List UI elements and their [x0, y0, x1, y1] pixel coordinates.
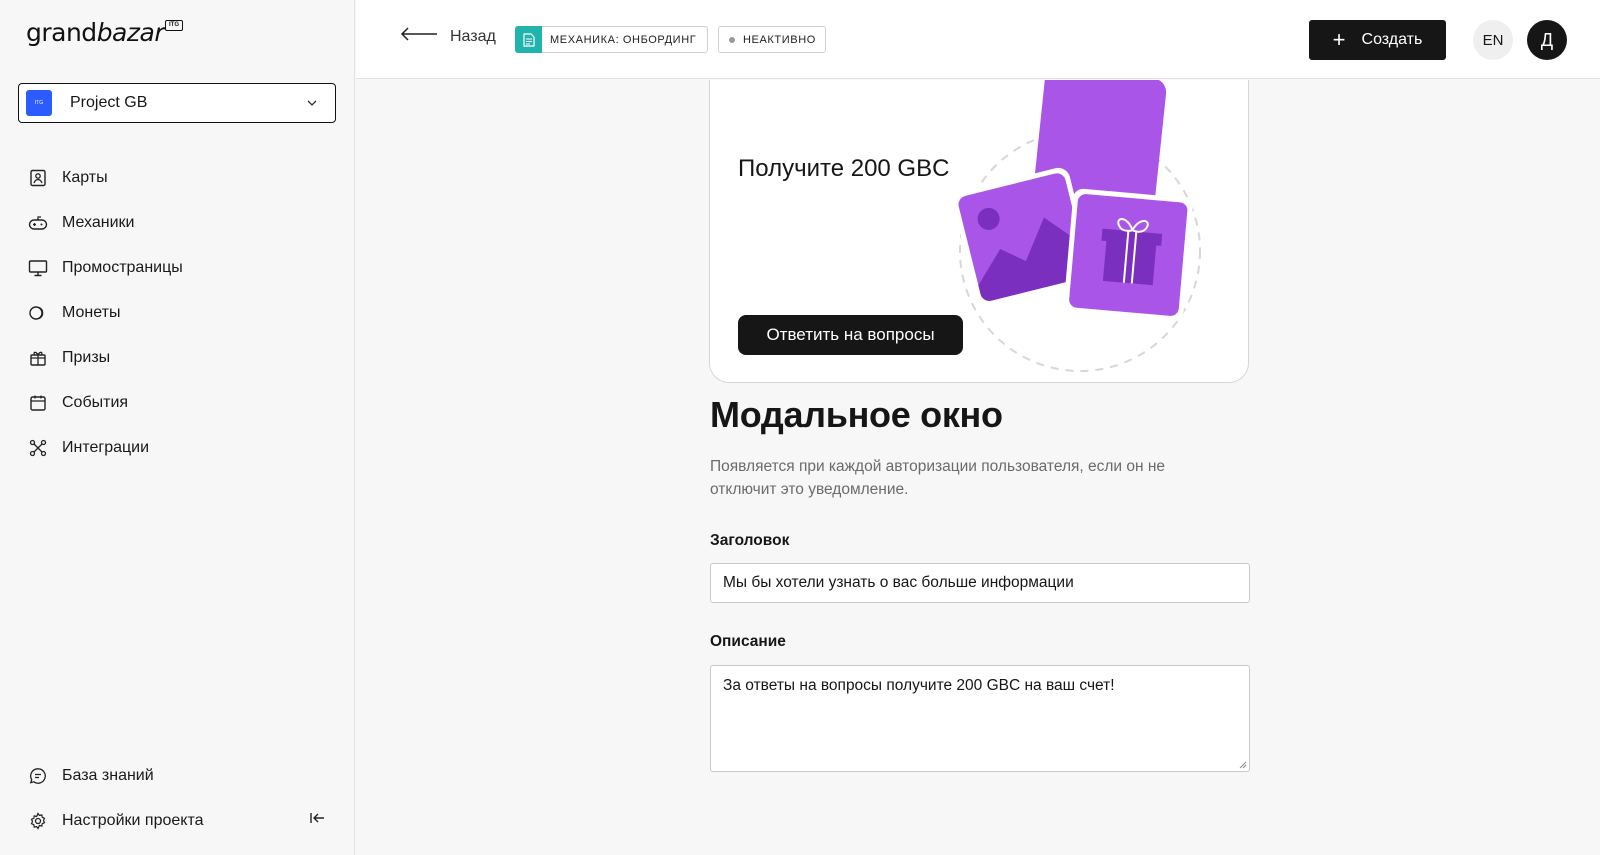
brand-logo[interactable]: grandbazar — [26, 18, 165, 47]
brand-name-part2: bazar — [96, 18, 165, 47]
sidebar-item-label: Интеграции — [62, 438, 150, 456]
calendar-icon — [28, 393, 48, 413]
arrow-left-icon — [400, 27, 438, 46]
description-field-label: Описание — [710, 633, 786, 650]
resize-handle-icon[interactable] — [1238, 760, 1247, 769]
status-badge: НЕАКТИВНО — [718, 26, 826, 53]
main-content: Получите 200 GBC Ответить на вопросы Мод… — [356, 80, 1600, 855]
sidebar-item-coins[interactable]: Монеты — [28, 290, 183, 335]
sidebar-item-project-settings[interactable]: Настройки проекта — [28, 798, 328, 843]
plus-icon: + — [1332, 27, 1346, 52]
sidebar-item-label: Призы — [62, 348, 111, 366]
mechanic-type-label: МЕХАНИКА: ОНБОРДИНГ — [550, 33, 697, 46]
knowledge-icon — [28, 766, 48, 786]
monitor-icon — [28, 258, 48, 278]
heading-input[interactable]: Мы бы хотели узнать о вас больше информа… — [710, 563, 1250, 603]
sidebar-item-prizes[interactable]: Призы — [28, 335, 183, 380]
collapse-sidebar-icon[interactable] — [308, 809, 328, 829]
chevron-down-icon — [301, 92, 323, 114]
promo-preview-card: Получите 200 GBC Ответить на вопросы — [709, 80, 1249, 383]
sidebar-item-knowledge-base[interactable]: База знаний — [28, 753, 328, 798]
status-label: НЕАКТИВНО — [743, 33, 816, 46]
document-icon — [515, 26, 542, 53]
promo-title: Получите 200 GBC — [738, 155, 950, 182]
back-button[interactable]: Назад — [400, 27, 496, 46]
map-card-icon — [28, 168, 48, 188]
description-textarea[interactable]: За ответы на вопросы получите 200 GBC на… — [710, 665, 1250, 772]
section-description: Появляется при каждой авторизации пользо… — [710, 458, 1166, 498]
coins-icon — [28, 303, 48, 323]
sidebar-item-label: Механики — [62, 213, 135, 231]
sidebar-item-maps[interactable]: Карты — [28, 155, 183, 200]
promo-illustration — [953, 80, 1201, 372]
sidebar-item-label: Промостраницы — [62, 258, 183, 276]
sidebar-item-integrations[interactable]: Интеграции — [28, 425, 183, 470]
gamepad-icon — [28, 213, 48, 233]
sidebar-item-label: Настройки проекта — [62, 811, 204, 829]
user-avatar[interactable]: Д — [1527, 20, 1567, 60]
integrations-icon — [28, 438, 48, 458]
description-text: За ответы на вопросы получите 200 GBC на… — [723, 677, 1115, 694]
gift-icon — [28, 348, 48, 368]
main-nav: Карты Механики Промостраницы Монеты Приз… — [28, 155, 183, 470]
sidebar-item-label: Монеты — [62, 303, 121, 321]
status-dot — [729, 36, 735, 43]
project-avatar: ITG — [26, 90, 52, 116]
brand-name-part1: grand — [26, 18, 97, 47]
sidebar-item-mechanics[interactable]: Механики — [28, 200, 183, 245]
brand-badge: ITG — [165, 20, 183, 31]
project-name: Project GB — [70, 94, 148, 111]
sidebar-item-label: События — [62, 393, 129, 411]
sidebar-item-label: Карты — [62, 168, 108, 186]
settings-icon — [28, 811, 48, 831]
language-switch[interactable]: EN — [1473, 20, 1513, 60]
sidebar-bottom: База знаний Настройки проекта — [28, 753, 328, 843]
sidebar: grandbazar ITG ITG Project GB Карты Меха… — [0, 0, 355, 855]
sidebar-item-label: База знаний — [62, 766, 154, 784]
sidebar-item-promo-pages[interactable]: Промостраницы — [28, 245, 183, 290]
project-selector[interactable]: ITG Project GB — [18, 83, 336, 123]
section-title: Модальное окно — [710, 394, 1003, 435]
mechanic-type-chip: МЕХАНИКА: ОНБОРДИНГ — [515, 26, 708, 53]
create-label: Создать — [1361, 31, 1423, 48]
create-button[interactable]: + Создать — [1309, 20, 1446, 60]
heading-field-label: Заголовок — [710, 532, 790, 549]
sidebar-item-events[interactable]: События — [28, 380, 183, 425]
back-label: Назад — [450, 27, 496, 45]
answer-questions-button[interactable]: Ответить на вопросы — [738, 315, 963, 355]
top-header: Назад МЕХАНИКА: ОНБОРДИНГ НЕАКТИВНО + Со… — [356, 0, 1600, 79]
